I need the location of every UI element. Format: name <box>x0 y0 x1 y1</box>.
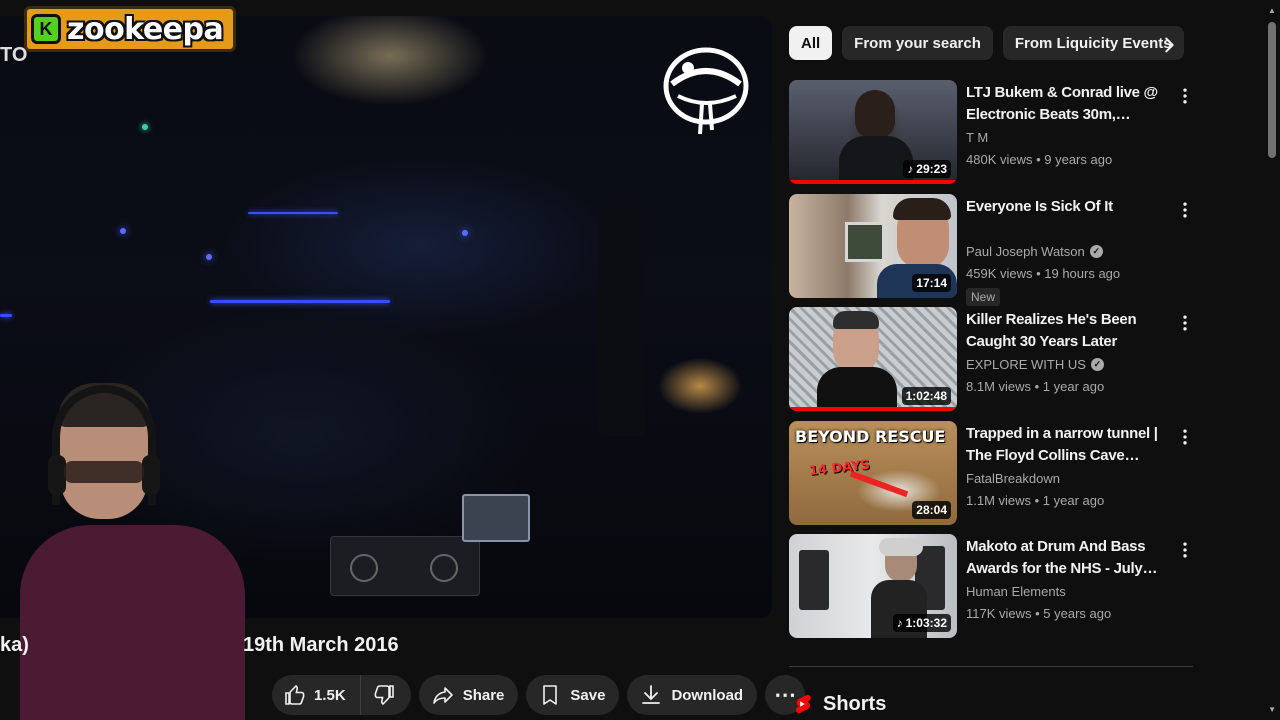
new-badge: New <box>966 287 1001 306</box>
shorts-section-header: Shorts <box>791 692 886 716</box>
recommendation-item[interactable]: ♪ 29:23 LTJ Bukem & Conrad live @ Electro… <box>789 80 1199 194</box>
thumbnail-caption: BEYOND RESCUE <box>795 426 946 446</box>
webcam-person-body <box>20 525 245 720</box>
stage-light <box>142 124 148 130</box>
more-vertical-icon <box>1183 429 1187 444</box>
stage-light <box>248 212 338 214</box>
channel-name[interactable]: Paul Joseph Watson ✓ <box>966 244 1103 259</box>
verified-icon: ✓ <box>1089 244 1103 258</box>
more-vertical-icon <box>1183 88 1187 104</box>
channel-watermark-logo <box>663 47 749 135</box>
channel-name[interactable]: Human Elements <box>966 584 1066 599</box>
music-note-icon: ♪ <box>896 616 903 630</box>
video-meta: 459K views • 19 hours ago <box>966 265 1121 281</box>
stage-light <box>206 254 212 260</box>
channel-name[interactable]: FatalBreakdown <box>966 471 1060 486</box>
stage-light <box>0 314 12 317</box>
like-dislike-group: 1.5K <box>272 675 411 715</box>
video-thumbnail[interactable]: ♪ 29:23 <box>789 80 957 184</box>
download-label: Download <box>671 686 744 704</box>
video-thumbnail[interactable]: ♪ 1:03:32 <box>789 534 957 638</box>
shorts-icon <box>795 694 811 714</box>
shorts-title: Shorts <box>823 692 887 715</box>
webcam-overlay <box>0 375 270 720</box>
video-meta: 1.1M views • 1 year ago <box>966 492 1105 508</box>
dj-decks <box>330 536 480 596</box>
brand-k-icon: K <box>31 14 61 44</box>
recommendation-title[interactable]: Trapped in a narrow tunnel | The Floyd C… <box>966 423 1174 467</box>
recommendation-item[interactable]: BEYOND RESCUE 14 DAYS 28:04 Trapped in a… <box>789 420 1199 535</box>
recommendation-title[interactable]: Everyone Is Sick Of It <box>966 196 1174 218</box>
thumbs-up-icon <box>285 684 305 705</box>
sunglasses <box>64 461 144 483</box>
recommendation-title[interactable]: LTJ Bukem & Conrad live @ Electronic Bea… <box>966 82 1174 126</box>
share-button[interactable]: Share <box>418 675 519 715</box>
like-button[interactable]: 1.5K <box>272 675 361 715</box>
scroll-up-arrow[interactable]: ▲ <box>1268 6 1276 15</box>
headphone-ear <box>142 455 160 495</box>
music-note-icon: ♪ <box>907 162 914 176</box>
download-button[interactable]: Download <box>627 675 758 715</box>
save-button[interactable]: Save <box>526 675 620 715</box>
chip-all[interactable]: All <box>789 26 833 60</box>
recommendation-item[interactable]: ♪ 1:03:32 Makoto at Drum And Bass Awards … <box>789 534 1199 648</box>
video-title: 19th March 2016 <box>243 634 399 656</box>
watch-progress-bar <box>789 407 957 411</box>
chevron-right-icon <box>1165 37 1174 53</box>
scroll-down-arrow[interactable]: ▼ <box>1268 705 1276 714</box>
channel-name[interactable]: EXPLORE WITH US ✓ <box>966 357 1104 372</box>
watch-progress-bar <box>789 180 957 184</box>
video-meta: 480K views • 9 years ago <box>966 152 1113 167</box>
recommendation-item[interactable]: 17:14 Everyone Is Sick Of It Paul Joseph… <box>789 193 1199 308</box>
stage-light <box>462 230 468 236</box>
verified-icon: ✓ <box>1090 358 1104 371</box>
video-meta: 117K views • 5 years ago <box>966 606 1112 621</box>
video-duration: 17:14 <box>912 273 951 292</box>
section-divider <box>789 666 1193 667</box>
brand-name: zookeepa <box>67 11 224 47</box>
headphones <box>52 385 156 505</box>
performer-silhouette <box>598 206 646 436</box>
chips-next-button[interactable] <box>1152 28 1186 62</box>
stage-light <box>210 300 390 303</box>
video-duration: 1:02:48 <box>901 387 951 405</box>
more-options-button[interactable] <box>1173 84 1197 108</box>
video-thumbnail[interactable]: 17:14 <box>789 193 957 298</box>
more-options-button[interactable] <box>1173 425 1197 449</box>
video-meta: 8.1M views • 1 year ago <box>966 379 1105 394</box>
like-count: 1.5K <box>314 686 346 704</box>
save-label: Save <box>570 686 606 704</box>
share-label: Share <box>462 686 505 704</box>
more-vertical-icon <box>1183 542 1187 558</box>
streamer-brand-badge: K zookeepa <box>24 6 237 52</box>
recommendation-item[interactable]: 1:02:48 Killer Realizes He's Been Caught… <box>789 307 1199 421</box>
filter-chips: All From your search From Liquicity Even… <box>789 26 1184 60</box>
recommendation-list: ♪ 29:23 LTJ Bukem & Conrad live @ Electro… <box>789 80 1199 648</box>
chip-from-your-search[interactable]: From your search <box>842 26 993 60</box>
thumbs-down-icon <box>374 685 394 706</box>
stage-light <box>120 228 126 234</box>
share-icon <box>432 687 453 704</box>
video-duration: ♪ 29:23 <box>903 160 951 178</box>
recommendation-title[interactable]: Killer Realizes He's Been Caught 30 Year… <box>966 309 1174 353</box>
more-vertical-icon <box>1183 315 1187 331</box>
dislike-button[interactable] <box>360 675 411 715</box>
more-options-button[interactable] <box>1173 198 1197 222</box>
laptop <box>462 494 530 542</box>
page-scrollbar-thumb[interactable] <box>1268 22 1276 158</box>
video-thumbnail[interactable]: 1:02:48 <box>789 307 957 411</box>
recommendation-title[interactable]: Makoto at Drum And Bass Awards for the N… <box>966 536 1174 580</box>
video-title-fragment: ka) <box>0 634 29 656</box>
video-thumbnail[interactable]: BEYOND RESCUE 14 DAYS 28:04 <box>789 420 957 525</box>
download-icon <box>642 685 661 704</box>
bookmark-icon <box>543 685 558 705</box>
more-vertical-icon <box>1183 202 1187 217</box>
channel-name[interactable]: T M <box>966 130 988 145</box>
more-options-button[interactable] <box>1173 311 1197 335</box>
video-duration: ♪ 1:03:32 <box>892 614 951 632</box>
more-options-button[interactable] <box>1173 538 1197 562</box>
video-actions: 1.5K Share Save Download ⋯ <box>272 675 806 715</box>
video-duration: 28:04 <box>912 500 951 519</box>
